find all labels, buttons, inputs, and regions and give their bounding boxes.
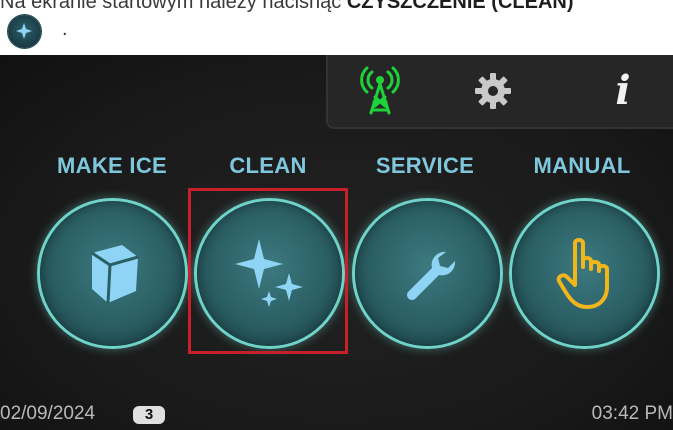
instruction-prefix: Na ekranie startowym należy nacisnąć — [0, 0, 347, 13]
notification-badge[interactable]: 3 — [133, 406, 165, 424]
instruction-bold: CZYSZCZENIE (CLEAN) — [346, 0, 574, 13]
clean-highlight-box — [188, 188, 348, 354]
wrench-icon — [406, 251, 455, 300]
service-button[interactable] — [355, 201, 500, 346]
instruction-suffix: . — [62, 18, 68, 40]
service-label: SERVICE — [375, 153, 475, 178]
info-icon[interactable]: i — [593, 63, 653, 119]
manual-label: MANUAL — [533, 153, 631, 178]
hand-pointer-icon — [556, 237, 609, 309]
make-ice-label: MAKE ICE — [57, 153, 167, 178]
make-ice-button[interactable] — [40, 201, 185, 346]
status-bar: i — [326, 55, 673, 129]
ice-cube-icon — [90, 244, 138, 303]
device-screen: i MAKE ICE CLEAN SERVICE MANUAL 02/09/20 — [0, 55, 673, 430]
antenna-signal-icon[interactable] — [350, 63, 410, 119]
info-glyph: i — [615, 67, 631, 114]
footer-time: 03:42 PM — [591, 403, 673, 424]
gear-icon[interactable] — [463, 63, 523, 119]
clean-label: CLEAN — [229, 153, 307, 178]
footer-date: 02/09/2024 — [0, 403, 96, 424]
manual-button[interactable] — [512, 201, 657, 346]
clean-sparkle-icon — [8, 15, 41, 48]
instruction-text: Na ekranie startowym należy nacisnąć CZY… — [0, 0, 673, 21]
